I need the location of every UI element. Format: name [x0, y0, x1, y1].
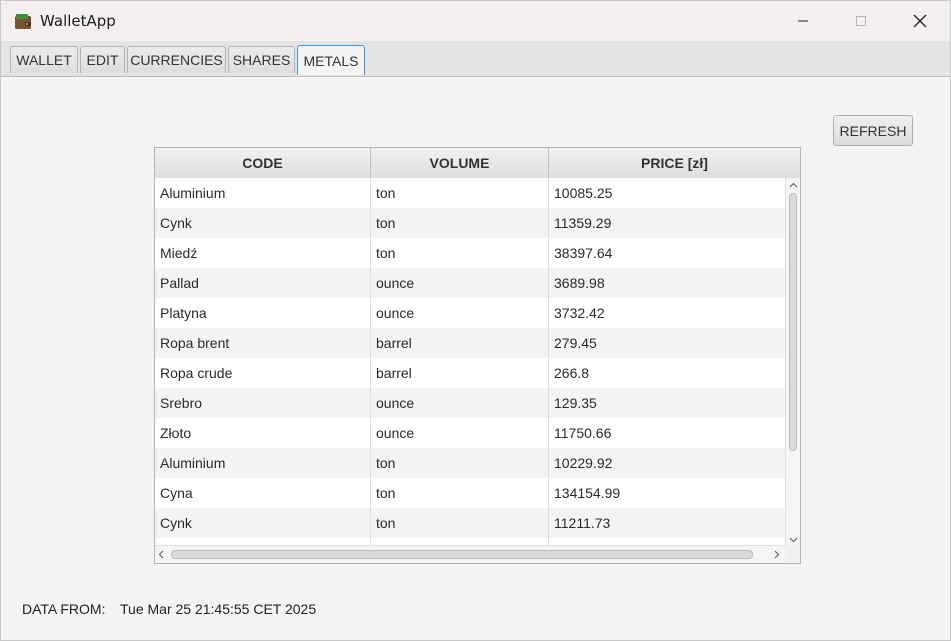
- tab-currencies[interactable]: CURRENCIES: [127, 46, 226, 73]
- cell-volume: ton: [371, 448, 549, 478]
- vertical-scroll-thumb[interactable]: [789, 193, 797, 451]
- cell-price: 11359.29: [554, 215, 612, 231]
- data-from-label: DATA FROM:: [22, 601, 106, 617]
- cell-code: Miedź: [155, 238, 371, 268]
- cell-volume: ton: [371, 208, 549, 238]
- cell-price: 129.35: [554, 395, 597, 411]
- table-row[interactable]: Platyna ounce 3732.42: [155, 298, 785, 328]
- close-icon: [913, 14, 927, 28]
- cell-price: 279.45: [554, 335, 597, 351]
- cell-volume: ton: [371, 508, 549, 538]
- vertical-scrollbar[interactable]: [785, 178, 800, 545]
- tab-shares[interactable]: SHARES: [228, 46, 295, 73]
- cell-code: Złoto: [155, 418, 371, 448]
- maximize-icon: [856, 16, 866, 26]
- table-row[interactable]: Pallad ounce 3689.98: [155, 268, 785, 298]
- minimize-icon: [798, 20, 808, 22]
- cell-price: 3732.42: [554, 305, 605, 321]
- cell-volume: ton: [371, 478, 549, 508]
- window-title: WalletApp: [40, 12, 116, 30]
- cell-volume: barrel: [371, 328, 549, 358]
- cell-volume: ounce: [371, 418, 549, 448]
- scroll-corner: [785, 545, 800, 563]
- table-row[interactable]: [155, 538, 785, 545]
- table-row[interactable]: Srebro ounce 129.35: [155, 388, 785, 418]
- cell-code: Aluminium: [155, 178, 371, 208]
- cell-code: Cyna: [155, 478, 371, 508]
- cell-code: Srebro: [155, 388, 371, 418]
- table-row[interactable]: Ropa crude barrel 266.8: [155, 358, 785, 388]
- cell-code: Ropa crude: [155, 358, 371, 388]
- scroll-right-icon[interactable]: [774, 550, 780, 561]
- cell-price: 3689.98: [554, 275, 605, 291]
- cell-volume: ton: [371, 238, 549, 268]
- table-row[interactable]: Cynk ton 11359.29: [155, 208, 785, 238]
- cell-volume: ounce: [371, 268, 549, 298]
- scroll-down-icon[interactable]: [789, 535, 798, 545]
- maximize-button[interactable]: [833, 1, 889, 41]
- table-row[interactable]: Cynk ton 11211.73: [155, 508, 785, 538]
- cell-volume: [371, 538, 549, 545]
- tab-bar: WALLET EDIT CURRENCIES SHARES METALS: [1, 41, 950, 77]
- table-row[interactable]: Aluminium ton 10229.92: [155, 448, 785, 478]
- scroll-up-icon[interactable]: [789, 180, 798, 190]
- cell-code: Ropa brent: [155, 328, 371, 358]
- cell-price: 11211.73: [554, 515, 611, 531]
- cell-volume: ton: [371, 178, 549, 208]
- scroll-left-icon[interactable]: [158, 550, 164, 561]
- table-row[interactable]: Złoto ounce 11750.66: [155, 418, 785, 448]
- title-bar: WalletApp: [1, 1, 950, 41]
- cell-price: 11750.66: [554, 425, 612, 441]
- app-window: WalletApp WALLET EDIT CURRENCIES SHARES …: [0, 0, 951, 641]
- cell-price: 10085.25: [554, 185, 613, 201]
- tab-metals[interactable]: METALS: [297, 45, 365, 75]
- cell-price: 10229.92: [554, 455, 613, 471]
- cell-code: Cynk: [155, 508, 371, 538]
- table-body: Aluminium ton 10085.25 Cynk ton 11359.29 Mie…: [155, 178, 785, 545]
- column-header-code[interactable]: CODE: [155, 148, 371, 178]
- minimize-button[interactable]: [775, 1, 831, 41]
- close-button[interactable]: [892, 1, 948, 41]
- cell-price: 134154.99: [554, 485, 621, 501]
- table-row[interactable]: Cyna ton 134154.99: [155, 478, 785, 508]
- table-row[interactable]: Miedź ton 38397.64: [155, 238, 785, 268]
- cell-code: [155, 538, 371, 545]
- table-header: CODE VOLUME PRICE [zł]: [155, 148, 800, 179]
- table-row[interactable]: Aluminium ton 10085.25: [155, 178, 785, 208]
- cell-code: Pallad: [155, 268, 371, 298]
- wallet-icon: [14, 12, 32, 30]
- horizontal-scrollbar[interactable]: [155, 545, 785, 563]
- cell-price: [549, 538, 785, 545]
- cell-volume: ounce: [371, 298, 549, 328]
- cell-code: Platyna: [155, 298, 371, 328]
- cell-code: Aluminium: [155, 448, 371, 478]
- cell-volume: ounce: [371, 388, 549, 418]
- cell-price: 38397.64: [554, 245, 613, 261]
- table-row[interactable]: Ropa brent barrel 279.45: [155, 328, 785, 358]
- data-from-timestamp: Tue Mar 25 21:45:55 CET 2025: [120, 601, 317, 617]
- tab-wallet[interactable]: WALLET: [10, 46, 78, 73]
- cell-code: Cynk: [155, 208, 371, 238]
- tab-edit[interactable]: EDIT: [80, 46, 125, 73]
- horizontal-scroll-thumb[interactable]: [171, 550, 753, 559]
- column-header-price[interactable]: PRICE [zł]: [549, 148, 800, 178]
- refresh-button[interactable]: REFRESH: [833, 115, 913, 146]
- cell-price: 266.8: [554, 365, 590, 381]
- metals-table: CODE VOLUME PRICE [zł] Aluminium ton 10085…: [154, 147, 801, 564]
- cell-volume: barrel: [371, 358, 549, 388]
- column-header-volume[interactable]: VOLUME: [371, 148, 549, 178]
